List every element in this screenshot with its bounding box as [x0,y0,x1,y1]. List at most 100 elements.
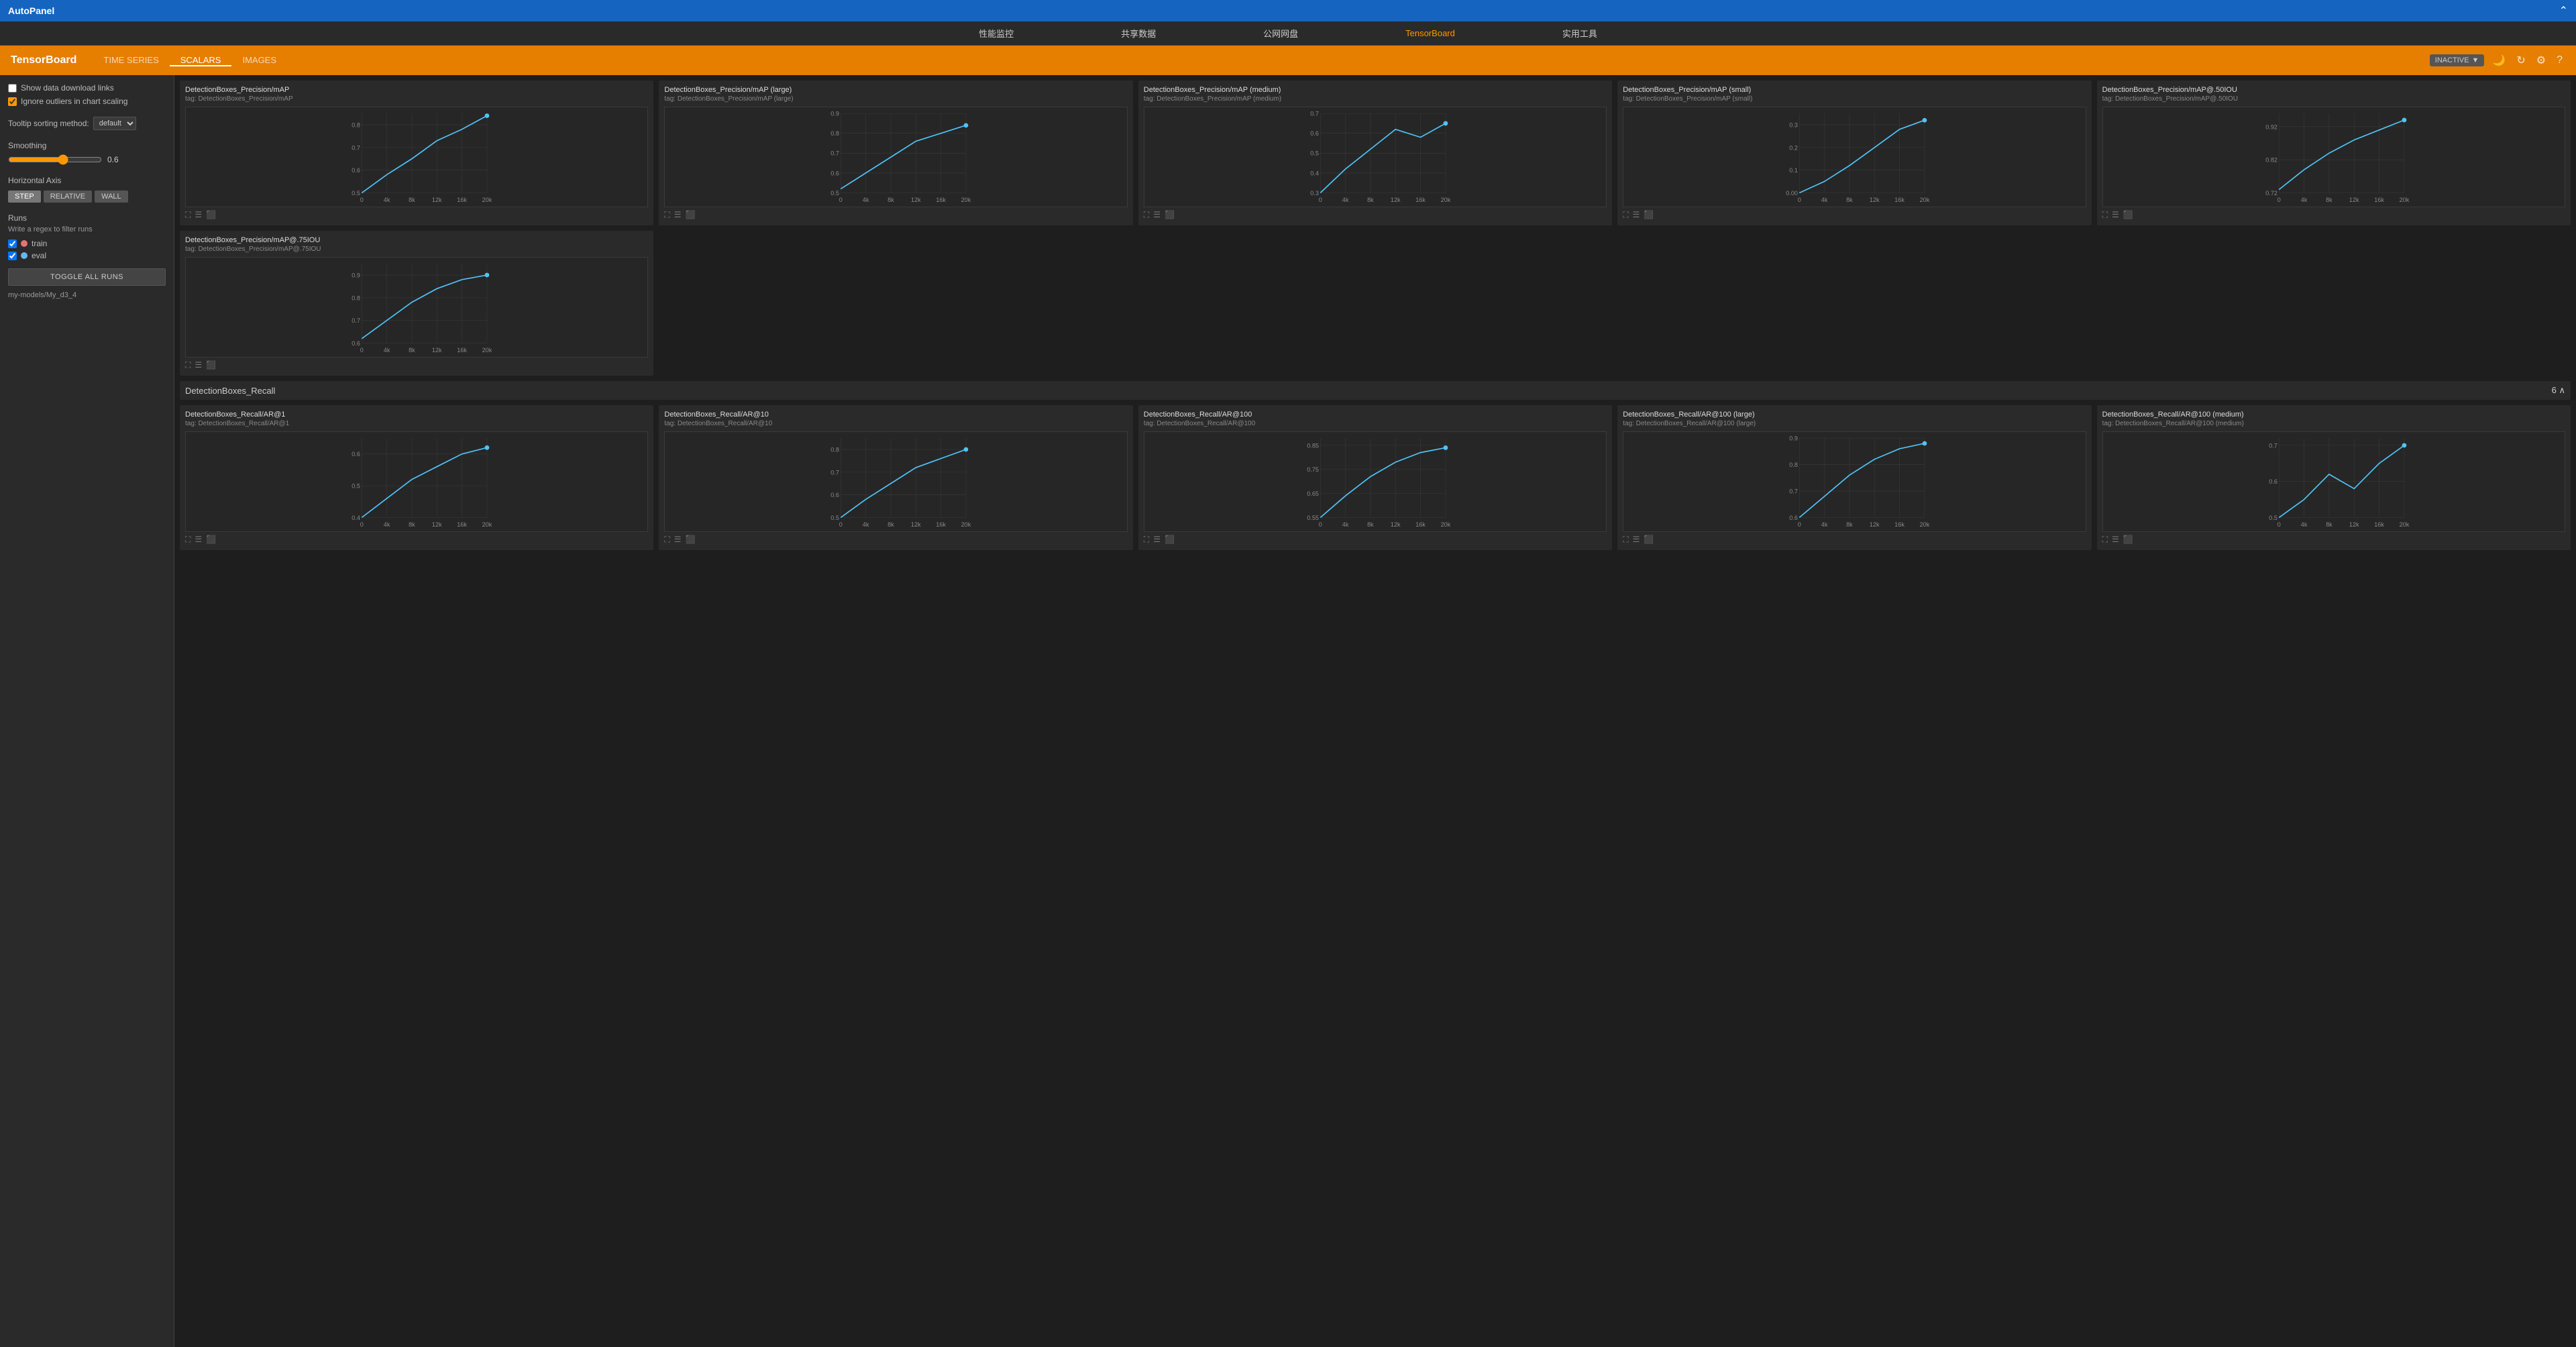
tab-scalars[interactable]: SCALARS [170,55,232,66]
svg-text:16k: 16k [2374,197,2384,203]
run-train-dot [21,240,28,247]
expand-icon[interactable]: ⛶ [1144,210,1149,220]
menu-icon[interactable]: ☰ [195,360,202,370]
download-icon[interactable]: ⬛ [1165,535,1175,545]
menu-icon[interactable]: ☰ [2112,210,2119,220]
download-icon[interactable]: ⬛ [206,210,216,220]
axis-btn-wall[interactable]: WALL [95,191,128,203]
tab-images[interactable]: IMAGES [231,55,287,66]
expand-icon[interactable]: ⛶ [1623,210,1628,220]
status-label: INACTIVE [2435,56,2469,64]
menu-icon[interactable]: ☰ [1153,535,1161,545]
svg-text:0.6: 0.6 [831,170,840,176]
svg-text:0.7: 0.7 [1789,488,1798,494]
svg-text:20k: 20k [2399,197,2409,203]
help-icon[interactable]: ? [2554,52,2565,69]
svg-text:16k: 16k [457,521,467,528]
svg-text:0.00: 0.00 [1786,190,1798,197]
expand-icon[interactable]: ⛶ [185,360,191,370]
expand-icon[interactable]: ⛶ [2102,210,2108,220]
expand-icon[interactable]: ⛶ [1144,535,1149,545]
chart-actions: ⛶ ☰ ⬛ [1623,207,2086,220]
precision-charts-row1: DetectionBoxes_Precision/mAP tag: Detect… [180,80,2571,225]
expand-icon[interactable]: ⛶ [2102,535,2108,545]
nav-item-cloud[interactable]: 公网网盘 [1210,21,1352,45]
svg-text:12k: 12k [1391,521,1401,528]
chart-spacer [1138,231,1612,376]
svg-text:0.6: 0.6 [1310,130,1319,137]
nav-item-perf[interactable]: 性能监控 [925,21,1067,45]
svg-text:0.4: 0.4 [1310,170,1319,176]
expand-icon[interactable]: ⛶ [664,535,669,545]
tooltip-select[interactable]: default [93,117,136,130]
menu-icon[interactable]: ☰ [1153,210,1161,220]
chart-actions: ⛶ ☰ ⬛ [185,358,648,370]
download-icon[interactable]: ⬛ [686,210,696,220]
tb-status[interactable]: INACTIVE ▼ [2430,54,2485,66]
nav-bar: 性能监控 共享数据 公网网盘 TensorBoard 实用工具 [0,21,2576,46]
svg-text:0.6: 0.6 [352,167,360,174]
ignore-outliers-checkbox[interactable] [8,97,17,106]
download-icon[interactable]: ⬛ [1644,535,1654,545]
chart-actions: ⛶ ☰ ⬛ [1623,532,2086,545]
tab-time-series[interactable]: TIME SERIES [93,55,169,66]
axis-btn-step[interactable]: STEP [8,191,41,203]
svg-text:0.7: 0.7 [2269,442,2277,449]
expand-icon[interactable]: ⛶ [664,210,669,220]
download-icon[interactable]: ⬛ [1165,210,1175,220]
svg-text:16k: 16k [1894,197,1904,203]
svg-text:20k: 20k [482,197,492,203]
run-eval-label: eval [32,251,46,260]
download-icon[interactable]: ⬛ [1644,210,1654,220]
nav-item-tools[interactable]: 实用工具 [1509,21,1651,45]
chart-card: DetectionBoxes_Recall/AR@100 (large) tag… [1617,405,2091,550]
svg-text:0.8: 0.8 [831,446,840,453]
dark-mode-icon[interactable]: 🌙 [2489,51,2508,70]
chart-tag: tag: DetectionBoxes_Precision/mAP (small… [1623,95,2086,103]
expand-icon[interactable]: ⛶ [185,535,191,545]
menu-icon[interactable]: ☰ [2112,535,2119,545]
show-download-row: Show data download links [8,83,166,93]
svg-text:0.7: 0.7 [352,144,360,151]
download-icon[interactable]: ⬛ [2123,210,2133,220]
download-icon[interactable]: ⬛ [206,360,216,370]
nav-item-share[interactable]: 共享数据 [1067,21,1210,45]
svg-text:12k: 12k [432,521,442,528]
expand-icon[interactable]: ⛶ [185,210,191,220]
status-dropdown-icon: ▼ [2472,56,2479,64]
menu-icon[interactable]: ☰ [1633,535,1640,545]
menu-icon[interactable]: ☰ [1633,210,1640,220]
axis-btn-relative[interactable]: RELATIVE [44,191,92,203]
show-download-checkbox[interactable] [8,84,17,93]
svg-text:8k: 8k [1846,521,1853,528]
chart-area: 0.50.60.7 04k8k12k16k20k [2102,431,2565,532]
download-icon[interactable]: ⬛ [686,535,696,545]
menu-icon[interactable]: ☰ [195,535,202,545]
chart-spacer [1617,231,2091,376]
expand-icon[interactable]: ⛶ [1623,535,1628,545]
show-download-label: Show data download links [21,83,114,93]
svg-text:4k: 4k [1821,521,1828,528]
nav-item-tensorboard[interactable]: TensorBoard [1352,21,1509,45]
tb-logo: TensorBoard [11,54,76,66]
chart-area: 0.30.40.50.60.7 04k8k12k16k20k [1144,107,1607,207]
menu-icon[interactable]: ☰ [195,210,202,220]
smoothing-slider[interactable] [8,154,102,165]
chart-actions: ⛶ ☰ ⬛ [664,532,1127,545]
svg-text:0.4: 0.4 [352,515,360,521]
toggle-all-runs-button[interactable]: TOGGLE ALL RUNS [8,268,166,286]
svg-text:0: 0 [2277,521,2280,528]
svg-text:0.2: 0.2 [1789,144,1798,151]
download-icon[interactable]: ⬛ [206,535,216,545]
run-train-checkbox[interactable] [8,239,17,248]
download-icon[interactable]: ⬛ [2123,535,2133,545]
menu-icon[interactable]: ☰ [674,535,682,545]
svg-text:0: 0 [1318,197,1322,203]
menu-icon[interactable]: ☰ [674,210,682,220]
refresh-icon[interactable]: ↻ [2514,51,2528,70]
chart-card: DetectionBoxes_Precision/mAP@.75IOU tag:… [180,231,653,376]
run-train-label: train [32,239,47,248]
settings-icon[interactable]: ⚙ [2534,51,2548,70]
chart-card: DetectionBoxes_Recall/AR@100 (medium) ta… [2097,405,2571,550]
run-eval-checkbox[interactable] [8,252,17,260]
